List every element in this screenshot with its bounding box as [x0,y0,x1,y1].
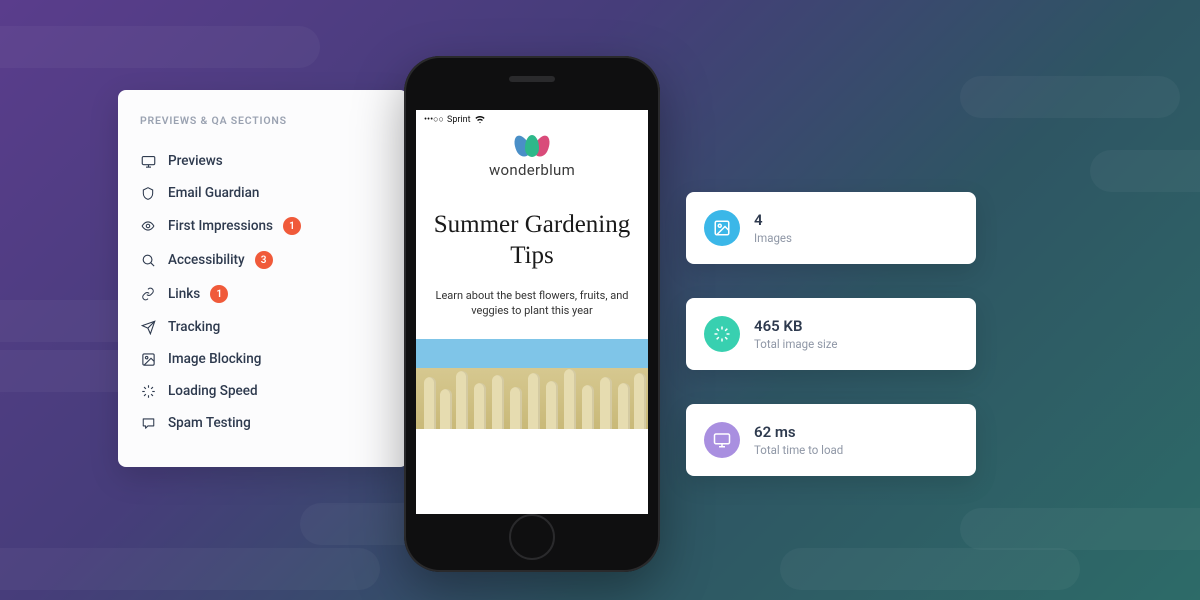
image-stat-icon [704,210,740,246]
panel-heading: PREVIEWS & QA SECTIONS [140,114,390,127]
sidebar-item-accessibility[interactable]: Accessibility 3 [140,243,390,277]
shield-icon [140,185,156,201]
logo-mark-icon [515,135,549,157]
email-hero-image [416,339,648,429]
bg-decoration [960,508,1200,550]
stat-label: Total image size [754,337,838,351]
sidebar-item-email-guardian[interactable]: Email Guardian [140,177,390,209]
sidebar-item-label: Tracking [168,319,220,335]
brand-logo: wonderblum [416,135,648,179]
loader-icon [140,383,156,399]
sidebar-item-label: Image Blocking [168,351,261,367]
search-icon [140,252,156,268]
stat-value: 62 ms [754,423,843,441]
sidebar-item-loading-speed[interactable]: Loading Speed [140,375,390,407]
email-subtitle: Learn about the best flowers, fruits, an… [416,288,648,320]
brand-name: wonderblum [489,161,575,179]
bg-decoration [780,548,1080,590]
notification-badge: 3 [255,251,273,269]
wifi-icon [474,115,486,125]
stat-card-load-time: 62 ms Total time to load [686,404,976,476]
link-icon [140,286,156,302]
monitor-icon [140,153,156,169]
sidebar-item-first-impressions[interactable]: First Impressions 1 [140,209,390,243]
stat-value: 465 KB [754,317,838,335]
notification-badge: 1 [210,285,228,303]
bg-decoration [960,76,1180,118]
sidebar-item-label: Loading Speed [168,383,258,399]
chat-icon [140,415,156,431]
stat-label: Images [754,231,792,245]
email-title: Summer Gardening Tips [430,209,634,272]
bg-decoration [0,548,380,590]
image-icon [140,351,156,367]
sidebar-item-tracking[interactable]: Tracking [140,311,390,343]
sidebar-item-previews[interactable]: Previews [140,145,390,177]
sidebar-item-label: Previews [168,153,223,169]
sidebar-item-label: Email Guardian [168,185,259,201]
monitor-stat-icon [704,422,740,458]
eye-icon [140,218,156,234]
carrier-label: Sprint [447,115,471,125]
bg-decoration [0,26,320,68]
loader-stat-icon [704,316,740,352]
status-bar: •••○○ Sprint [416,110,648,127]
phone-mockup: •••○○ Sprint wonderblum Summer Gardening… [404,56,660,572]
bg-decoration [1090,150,1200,192]
notification-badge: 1 [283,217,301,235]
phone-screen: •••○○ Sprint wonderblum Summer Gardening… [416,110,648,514]
sidebar-item-label: Accessibility [168,252,245,268]
stat-label: Total time to load [754,443,843,457]
sidebar-item-label: Spam Testing [168,415,251,431]
qa-sections-panel: PREVIEWS & QA SECTIONS Previews Email Gu… [118,90,408,467]
send-icon [140,319,156,335]
sidebar-item-label: Links [168,286,200,302]
stat-value: 4 [754,211,792,229]
sidebar-item-links[interactable]: Links 1 [140,277,390,311]
stat-card-image-size: 465 KB Total image size [686,298,976,370]
signal-dots-icon: •••○○ [424,114,444,125]
sidebar-item-spam-testing[interactable]: Spam Testing [140,407,390,439]
sidebar-item-image-blocking[interactable]: Image Blocking [140,343,390,375]
stat-card-images: 4 Images [686,192,976,264]
sidebar-item-label: First Impressions [168,218,273,234]
